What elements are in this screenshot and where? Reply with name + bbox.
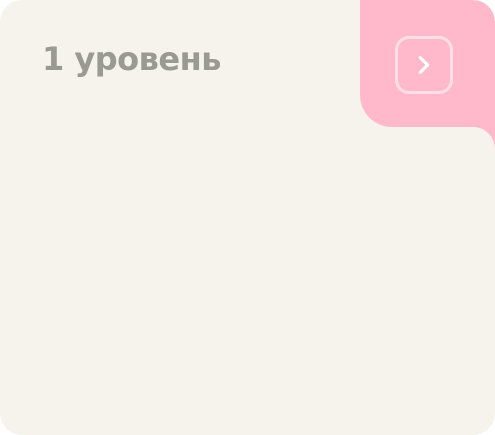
chevron-right-icon	[418, 56, 430, 74]
next-level-button[interactable]	[395, 36, 453, 94]
level-title: 1 уровень	[42, 40, 221, 78]
level-card: 1 уровень	[0, 0, 495, 435]
corner-notch	[465, 127, 495, 157]
